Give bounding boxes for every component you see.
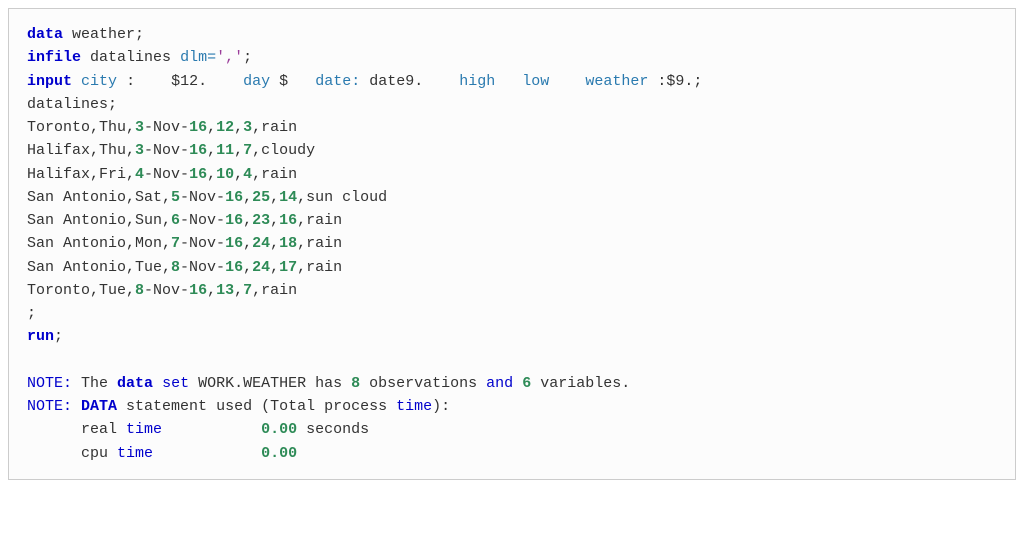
cpu-val: 0.00: [261, 445, 297, 462]
note-label: NOTE:: [27, 398, 72, 415]
fmt-date9: date9.: [369, 73, 423, 90]
var-high: high: [459, 73, 495, 90]
note1-n1: 8: [351, 375, 360, 392]
note2-txt: statement used (Total process: [117, 398, 396, 415]
note1-d: variables.: [531, 375, 630, 392]
note1-and: and: [486, 375, 513, 392]
cpu-time: time: [117, 445, 153, 462]
note2-time: time: [396, 398, 432, 415]
kw-infile: infile: [27, 49, 81, 66]
note1-c: observations: [360, 375, 486, 392]
real-sec: seconds: [297, 421, 369, 438]
kw-input: input: [27, 73, 72, 90]
str-dlm: ',': [216, 49, 243, 66]
fmt-12: $12.: [171, 73, 207, 90]
var-date: date:: [315, 73, 360, 90]
note2-close: ):: [432, 398, 450, 415]
dollar: $: [279, 73, 288, 90]
colon: :: [126, 73, 135, 90]
semicolon-line: ;: [27, 305, 36, 322]
kw-data: data: [27, 26, 63, 43]
real-time: time: [126, 421, 162, 438]
note1-b: WORK.WEATHER has: [189, 375, 351, 392]
note-label: NOTE:: [27, 375, 72, 392]
dataset-name: weather: [72, 26, 135, 43]
semicolon: ;: [135, 26, 144, 43]
real-label: real: [81, 421, 126, 438]
note1-kw-set: set: [162, 375, 189, 392]
semicolon: ;: [243, 49, 252, 66]
data-rows: Toronto,Thu,3-Nov-16,12,3,rain Halifax,T…: [27, 119, 387, 299]
opt-dlm: dlm=: [180, 49, 216, 66]
note1-kw-data: data: [117, 375, 153, 392]
semicolon: ;: [54, 328, 63, 345]
semicolon: ;: [693, 73, 702, 90]
var-day: day: [243, 73, 270, 90]
fmt-w: :$9.: [657, 73, 693, 90]
var-low: low: [522, 73, 549, 90]
kw-run: run: [27, 328, 54, 345]
kw-datalines: datalines: [27, 96, 108, 113]
var-city: city: [81, 73, 117, 90]
var-weather: weather: [585, 73, 648, 90]
semicolon: ;: [108, 96, 117, 113]
real-val: 0.00: [261, 421, 297, 438]
note1-n2: 6: [522, 375, 531, 392]
cpu-label: cpu: [81, 445, 117, 462]
note1-a: The: [81, 375, 117, 392]
opt-datalines: datalines: [90, 49, 171, 66]
sas-code-block: data weather; infile datalines dlm=','; …: [8, 8, 1016, 480]
note2-kw-data: DATA: [81, 398, 117, 415]
